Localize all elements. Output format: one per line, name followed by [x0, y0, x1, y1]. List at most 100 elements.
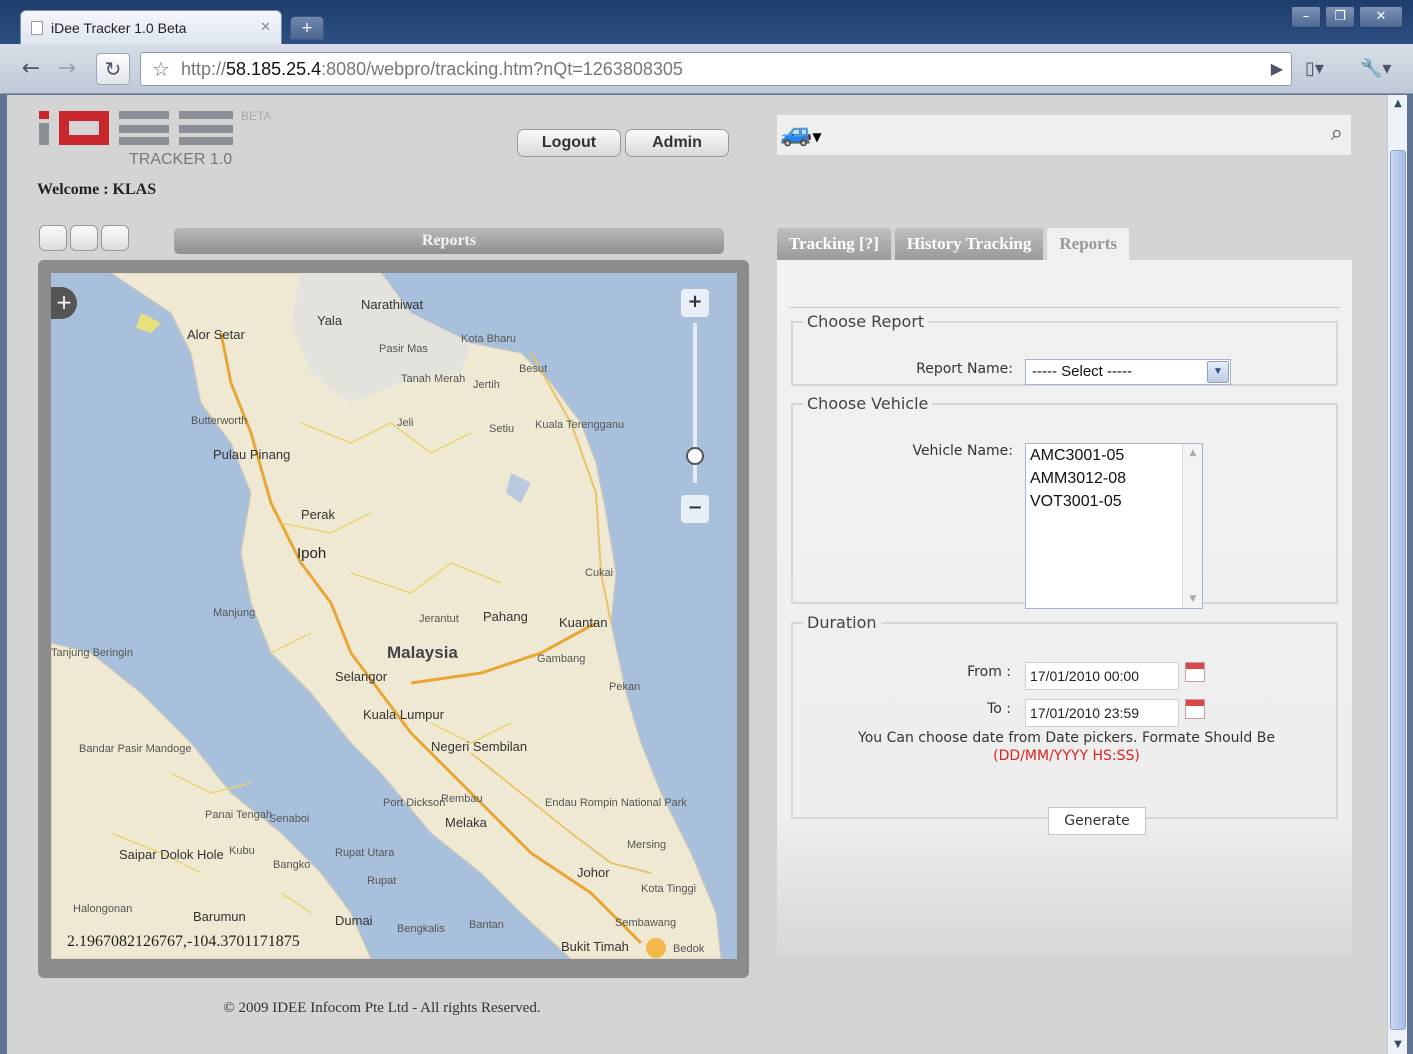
layout-toggles	[39, 225, 129, 251]
scroll-up-icon[interactable]: ▲	[1388, 95, 1408, 113]
zoom-in-button[interactable]: +	[681, 289, 709, 317]
close-window-button[interactable]: ✕	[1359, 6, 1403, 28]
generate-button[interactable]: Generate	[1048, 807, 1146, 835]
address-bar[interactable]: ☆ http://58.185.25.4:8080/webpro/trackin…	[140, 52, 1292, 86]
reports-header-bar[interactable]: Reports	[174, 228, 724, 254]
map-label: Bukit Timah	[561, 939, 629, 954]
search-icon[interactable]: ⌕	[1331, 121, 1343, 146]
zoom-slider-handle[interactable]	[686, 447, 704, 465]
list-item[interactable]: VOT3001-05	[1026, 490, 1202, 513]
logout-button[interactable]: Logout	[517, 129, 621, 157]
divider	[789, 307, 1340, 308]
date-hint: You Can choose date from Date pickers. F…	[858, 730, 1275, 746]
map-coordinates: 2.1967082126767,-104.3701171875	[67, 933, 300, 950]
car-icon[interactable]: 🚙▼	[780, 118, 828, 152]
map-label: Saipar Dolok Hole	[119, 847, 224, 862]
map-label: Rupat Utara	[335, 847, 395, 859]
admin-button[interactable]: Admin	[625, 129, 729, 157]
layout-split-button[interactable]	[70, 225, 98, 251]
tab-history-tracking[interactable]: History Tracking	[894, 228, 1044, 260]
vehicle-listbox[interactable]: AMC3001-05 AMM3012-08 VOT3001-05 ▲ ▼	[1025, 443, 1203, 609]
from-date-input[interactable]: 17/01/2010 00:00	[1025, 662, 1179, 690]
zoom-out-button[interactable]: −	[681, 495, 709, 523]
map-label: Johor	[577, 865, 610, 880]
copyright-footer: © 2009 IDEE Infocom Pte Ltd - All rights…	[223, 1000, 541, 1016]
map-label: Kuala Terengganu	[535, 419, 625, 431]
map-label: Butterworth	[191, 415, 248, 427]
map-label: Alor Setar	[187, 327, 245, 342]
map-label: Pahang	[483, 609, 528, 624]
to-date-input[interactable]: 17/01/2010 23:59	[1025, 699, 1179, 727]
from-label: From :	[967, 664, 1011, 680]
map-label: Narathiwat	[361, 297, 424, 312]
tab-tracking[interactable]: Tracking [?]	[777, 228, 891, 260]
page-menu-icon[interactable]: ▯▾	[1305, 58, 1324, 79]
map-label: Malaysia	[387, 643, 458, 662]
map-label: Kubu	[229, 845, 255, 857]
browser-window: iDee Tracker 1.0 Beta ✕ + – ❐ ✕ ← → ↻ ☆ …	[0, 0, 1413, 1054]
scroll-thumb[interactable]	[1390, 150, 1406, 1030]
browser-toolbar: ← → ↻ ☆ http://58.185.25.4:8080/webpro/t…	[0, 44, 1413, 94]
map-label: Halongonan	[73, 903, 133, 915]
map-label: Perak	[301, 507, 335, 522]
vehicle-search-bar[interactable]: 🚙▼ ⌕	[777, 115, 1351, 155]
map-label: Yala	[317, 313, 343, 328]
map-label: Bedok	[673, 943, 705, 955]
to-label: To :	[987, 701, 1011, 717]
tracker-version: TRACKER 1.0	[129, 151, 233, 168]
listbox-scrollbar[interactable]: ▲ ▼	[1182, 444, 1202, 608]
map-label: Cukai	[585, 567, 614, 579]
forward-arrow-icon[interactable]: →	[52, 54, 82, 84]
map-label: Kota Tinggi	[641, 883, 697, 895]
wrench-menu-icon[interactable]: 🔧▾	[1360, 58, 1391, 79]
page-viewport: BETA TRACKER 1.0 Welcome : KLAS Logout A…	[7, 95, 1387, 1054]
title-bar: iDee Tracker 1.0 Beta ✕ + – ❐ ✕	[0, 0, 1413, 44]
date-format-hint: (DD/MM/YYYY HS:SS)	[993, 748, 1140, 764]
welcome-text: Welcome : KLAS	[37, 181, 157, 198]
choose-vehicle-group: Choose Vehicle Vehicle Name: AMC3001-05 …	[791, 394, 1338, 609]
layout-single-button[interactable]	[39, 225, 67, 251]
map-label: Besut	[519, 363, 548, 375]
chevron-down-icon[interactable]: ▼	[1207, 361, 1229, 383]
map-label: Dumai	[335, 913, 373, 928]
map-label: Pasir Mas	[379, 343, 428, 355]
report-name-select[interactable]: ----- Select ----- ▼	[1025, 359, 1231, 385]
bookmark-star-icon[interactable]: ☆	[141, 57, 181, 81]
maximize-button[interactable]: ❐	[1325, 6, 1355, 28]
calendar-icon[interactable]	[1185, 699, 1205, 719]
map-label: Jerantut	[419, 613, 459, 625]
list-item[interactable]: AMM3012-08	[1026, 467, 1202, 490]
map-label: Bandar Pasir Mandoge	[79, 743, 192, 755]
reports-panel: Choose Report Report Name: ----- Select …	[777, 260, 1352, 955]
map-label: Setiu	[489, 423, 515, 435]
page-scrollbar[interactable]: ▲ ▼	[1387, 95, 1407, 1054]
map-label: Ipoh	[297, 545, 327, 562]
map-label: Rembau	[441, 793, 483, 805]
back-arrow-icon[interactable]: ←	[16, 54, 46, 84]
map-label: Gambang	[537, 653, 586, 665]
new-tab-button[interactable]: +	[290, 16, 324, 40]
tab-reports[interactable]: Reports	[1047, 228, 1129, 260]
scroll-down-icon[interactable]: ▼	[1388, 1036, 1408, 1054]
map-label: Tanjung Beringin	[51, 647, 133, 659]
map-label: Endau Rompin National Park	[545, 797, 687, 809]
map-label: Kuala Lumpur	[363, 707, 444, 722]
map-label: Port Dickson	[383, 797, 446, 809]
layout-rows-button[interactable]	[101, 225, 129, 251]
map-label: Rupat	[367, 875, 397, 887]
browser-tab[interactable]: iDee Tracker 1.0 Beta ✕	[20, 10, 282, 44]
map-label: Panai Tengah	[205, 809, 273, 821]
calendar-icon[interactable]	[1185, 662, 1205, 682]
url-text: http://58.185.25.4:8080/webpro/tracking.…	[181, 58, 683, 79]
go-arrow-icon[interactable]: ▶	[1271, 59, 1283, 78]
list-item[interactable]: AMC3001-05	[1026, 444, 1202, 467]
minimize-button[interactable]: –	[1291, 6, 1321, 28]
tab-title: iDee Tracker 1.0 Beta	[51, 19, 187, 36]
map-label: Jertih	[473, 379, 500, 391]
choose-vehicle-legend: Choose Vehicle	[807, 394, 929, 413]
reload-icon[interactable]: ↻	[96, 53, 130, 85]
map-label: Negeri Sembilan	[431, 739, 528, 754]
map[interactable]: + + − Narathiwat Yala Alor Setar Pasir M…	[51, 273, 737, 959]
tab-close-icon[interactable]: ✕	[260, 20, 271, 35]
map-label: Sembawang	[615, 917, 677, 929]
